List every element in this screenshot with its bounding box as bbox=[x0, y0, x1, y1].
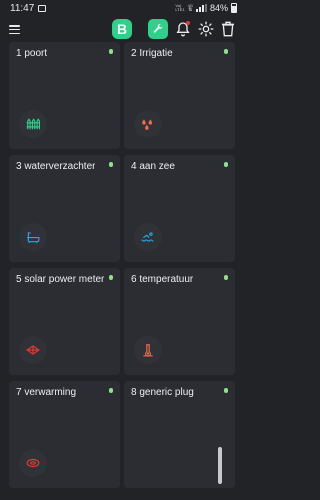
tile-icon-button[interactable] bbox=[19, 449, 47, 477]
tile-label: 2 Irrigatie bbox=[131, 48, 173, 59]
device-tile-verwarming[interactable]: 7 verwarming bbox=[9, 381, 120, 488]
sprinkler-icon bbox=[142, 119, 153, 130]
water-softener-icon bbox=[27, 232, 40, 243]
device-tile-aan-zee[interactable]: 4 aan zee bbox=[124, 155, 235, 262]
online-status-dot bbox=[108, 275, 113, 280]
network-mid-label: LTE1 bbox=[175, 7, 185, 12]
fence-icon bbox=[26, 118, 40, 130]
notification-badge bbox=[186, 21, 190, 25]
device-tile-solar-power-meter[interactable]: 5 solar power meter bbox=[9, 268, 120, 375]
tile-label: 1 poort bbox=[16, 48, 48, 59]
scrollbar-thumb[interactable] bbox=[218, 447, 222, 484]
tile-label: 7 verwarming bbox=[16, 387, 77, 398]
app-logo: B bbox=[112, 19, 132, 39]
tile-label: 4 aan zee bbox=[131, 161, 175, 172]
trash-icon[interactable] bbox=[221, 21, 235, 37]
tile-icon-button[interactable] bbox=[134, 223, 162, 251]
tile-icon-button[interactable] bbox=[19, 110, 47, 138]
thermometer-icon bbox=[143, 344, 153, 357]
tile-icon-button[interactable] bbox=[19, 336, 47, 364]
data-arrows-icon: ⇅ bbox=[188, 6, 193, 13]
online-status-dot bbox=[108, 49, 113, 54]
online-status-dot bbox=[223, 388, 228, 393]
battery-icon bbox=[231, 3, 237, 13]
hamburger-menu-icon[interactable] bbox=[9, 25, 20, 34]
tile-icon-button[interactable] bbox=[134, 336, 162, 364]
tile-label: 8 generic plug bbox=[131, 387, 194, 398]
status-bar: 11:47 Vo) LTE1 4G ⇅ 84% bbox=[0, 0, 243, 16]
app-header: B bbox=[0, 16, 243, 44]
tile-label: 6 temperatuur bbox=[131, 274, 194, 285]
gallery-notification-icon bbox=[38, 4, 47, 12]
status-right: Vo) LTE1 4G ⇅ 84% bbox=[175, 3, 237, 13]
bell-icon[interactable] bbox=[175, 21, 191, 37]
online-status-dot bbox=[223, 275, 228, 280]
clock: 11:47 bbox=[10, 2, 35, 14]
tile-label: 3 waterverzachter bbox=[16, 161, 96, 172]
swimming-icon bbox=[141, 232, 154, 242]
heating-icon bbox=[26, 458, 40, 468]
tile-icon-button[interactable] bbox=[134, 110, 162, 138]
device-tile-irrigatie[interactable]: 2 Irrigatie bbox=[124, 42, 235, 149]
device-tile-poort[interactable]: 1 poort bbox=[9, 42, 120, 149]
wrench-icon[interactable] bbox=[148, 19, 168, 39]
brightness-icon[interactable] bbox=[198, 21, 214, 37]
online-status-dot bbox=[108, 388, 113, 393]
battery-percentage: 84% bbox=[209, 3, 228, 13]
tile-label: 5 solar power meter bbox=[16, 274, 105, 285]
network-type-indicator: 4G ⇅ bbox=[188, 3, 193, 13]
volte-indicator: Vo) LTE1 bbox=[175, 4, 184, 12]
solar-panel-icon bbox=[26, 345, 40, 355]
tile-icon-button[interactable] bbox=[19, 223, 47, 251]
status-left: 11:47 bbox=[10, 2, 47, 14]
device-tile-waterverzachter[interactable]: 3 waterverzachter bbox=[9, 155, 120, 262]
online-status-dot bbox=[223, 49, 228, 54]
online-status-dot bbox=[223, 162, 228, 167]
signal-bars-icon bbox=[195, 4, 207, 12]
device-tile-temperatuur[interactable]: 6 temperatuur bbox=[124, 268, 235, 375]
online-status-dot bbox=[108, 162, 113, 167]
